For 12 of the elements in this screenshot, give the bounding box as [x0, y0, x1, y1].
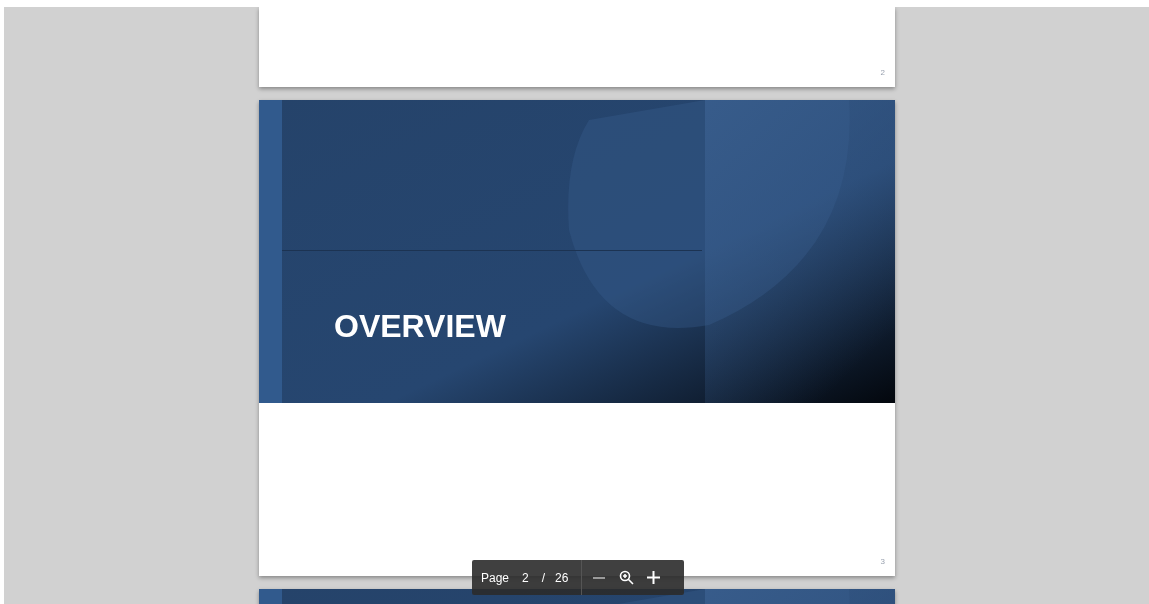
page-number: 2: [880, 67, 885, 79]
minus-icon: [593, 576, 606, 579]
page-label: Page: [481, 569, 510, 587]
total-pages: 26: [555, 569, 569, 587]
page-number: 3: [880, 556, 885, 568]
slide-title: OVERVIEW: [334, 310, 506, 342]
zoom-button[interactable]: [618, 569, 635, 586]
page-separator: /: [541, 569, 546, 587]
plus-icon: [646, 571, 660, 584]
page-number-field[interactable]: 2: [519, 568, 532, 587]
zoom-in-button[interactable]: [646, 570, 661, 585]
zoom-icon: [618, 570, 634, 585]
